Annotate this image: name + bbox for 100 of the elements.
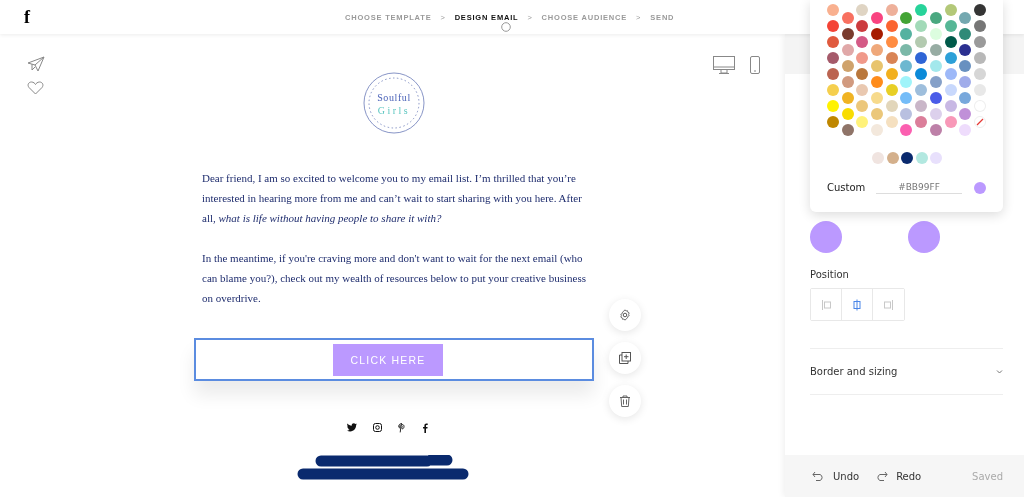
color-swatch[interactable] — [841, 76, 854, 88]
color-swatch[interactable] — [872, 152, 884, 164]
color-swatch[interactable] — [841, 92, 854, 104]
color-swatch[interactable] — [915, 36, 928, 48]
color-swatch[interactable] — [915, 84, 928, 96]
color-swatch[interactable] — [944, 20, 957, 32]
color-swatch[interactable] — [827, 68, 839, 80]
duplicate-button[interactable] — [609, 342, 641, 374]
color-swatch[interactable] — [915, 68, 928, 80]
color-swatch[interactable] — [959, 44, 972, 56]
color-swatch[interactable] — [871, 60, 884, 72]
color-swatch[interactable] — [871, 108, 884, 120]
align-left-button[interactable] — [811, 289, 842, 320]
color-swatch[interactable] — [885, 84, 898, 96]
color-swatch[interactable] — [929, 44, 942, 56]
color-swatch[interactable] — [827, 4, 839, 16]
color-swatch[interactable] — [827, 116, 839, 128]
color-swatch[interactable] — [856, 68, 869, 80]
color-swatch[interactable] — [885, 68, 898, 80]
color-swatch[interactable] — [915, 20, 928, 32]
color-swatch[interactable] — [915, 100, 928, 112]
redo-button[interactable]: Redo — [875, 470, 922, 482]
color-swatch[interactable] — [929, 12, 942, 24]
send-icon[interactable] — [27, 56, 45, 72]
mobile-icon[interactable] — [750, 56, 760, 74]
color-swatch[interactable] — [929, 92, 942, 104]
instagram-icon[interactable] — [372, 423, 382, 432]
color-swatch[interactable] — [871, 124, 884, 136]
color-swatch[interactable] — [827, 84, 839, 96]
color-swatch[interactable] — [915, 4, 928, 16]
color-swatch[interactable] — [900, 60, 913, 72]
twitter-icon[interactable] — [346, 423, 357, 432]
color-swatch[interactable] — [885, 116, 898, 128]
color-swatch[interactable] — [915, 52, 928, 64]
color-swatch[interactable] — [973, 20, 986, 32]
color-swatch[interactable] — [885, 20, 898, 32]
color-swatch[interactable] — [959, 12, 972, 24]
color-swatch[interactable] — [900, 108, 913, 120]
color-swatch[interactable] — [900, 92, 913, 104]
color-swatch[interactable] — [959, 60, 972, 72]
delete-button[interactable] — [609, 385, 641, 417]
color-swatch[interactable] — [908, 221, 940, 253]
color-swatch[interactable] — [915, 116, 928, 128]
color-swatch[interactable] — [841, 60, 854, 72]
no-color-swatch[interactable] — [973, 116, 986, 128]
color-swatch[interactable] — [973, 52, 986, 64]
color-swatch[interactable] — [959, 124, 972, 136]
color-swatch[interactable] — [929, 124, 942, 136]
color-swatch[interactable] — [856, 4, 869, 16]
color-swatch[interactable] — [929, 60, 942, 72]
color-swatch[interactable] — [973, 68, 986, 80]
color-swatch[interactable] — [973, 36, 986, 48]
color-swatch[interactable] — [929, 28, 942, 40]
color-swatch[interactable] — [959, 108, 972, 120]
desktop-icon[interactable] — [713, 56, 735, 74]
color-swatch[interactable] — [944, 36, 957, 48]
color-swatch[interactable] — [827, 36, 839, 48]
color-swatch[interactable] — [944, 84, 957, 96]
color-swatch[interactable] — [856, 20, 869, 32]
color-swatch[interactable] — [841, 108, 854, 120]
color-swatch[interactable] — [886, 152, 899, 164]
color-swatch[interactable] — [827, 20, 839, 32]
color-swatch[interactable] — [856, 84, 869, 96]
color-swatch[interactable] — [959, 28, 972, 40]
color-swatch[interactable] — [929, 108, 942, 120]
color-swatch[interactable] — [841, 124, 854, 136]
color-swatch[interactable] — [871, 76, 884, 88]
color-swatch[interactable] — [900, 12, 913, 24]
settings-button[interactable] — [609, 299, 641, 331]
color-swatch[interactable] — [959, 92, 972, 104]
color-swatch[interactable] — [944, 116, 957, 128]
color-swatch[interactable] — [959, 76, 972, 88]
color-swatch[interactable] — [871, 92, 884, 104]
color-swatch[interactable] — [885, 4, 898, 16]
color-swatch[interactable] — [856, 52, 869, 64]
color-swatch[interactable] — [885, 36, 898, 48]
color-swatch[interactable] — [841, 28, 854, 40]
color-swatch[interactable] — [810, 221, 842, 253]
color-swatch[interactable] — [871, 12, 884, 24]
color-swatch[interactable] — [900, 76, 913, 88]
undo-button[interactable]: Undo — [812, 470, 860, 482]
color-swatch[interactable] — [915, 152, 928, 164]
color-swatch[interactable] — [944, 100, 957, 112]
color-swatch[interactable] — [885, 52, 898, 64]
color-swatch[interactable] — [871, 28, 884, 40]
color-swatch[interactable] — [827, 52, 839, 64]
color-swatch[interactable] — [871, 44, 884, 56]
color-swatch[interactable] — [930, 152, 943, 164]
section-toggle[interactable]: Border and sizing — [810, 348, 1003, 395]
color-swatch[interactable] — [827, 100, 839, 112]
color-swatch[interactable] — [901, 152, 914, 164]
heart-icon[interactable] — [27, 81, 44, 95]
color-swatch[interactable] — [944, 4, 957, 16]
color-swatch[interactable] — [944, 68, 957, 80]
color-swatch[interactable] — [885, 100, 898, 112]
color-swatch[interactable] — [900, 28, 913, 40]
color-swatch[interactable] — [856, 100, 869, 112]
pinterest-icon[interactable] — [397, 423, 406, 433]
color-swatch[interactable] — [929, 76, 942, 88]
color-swatch[interactable] — [973, 4, 986, 16]
